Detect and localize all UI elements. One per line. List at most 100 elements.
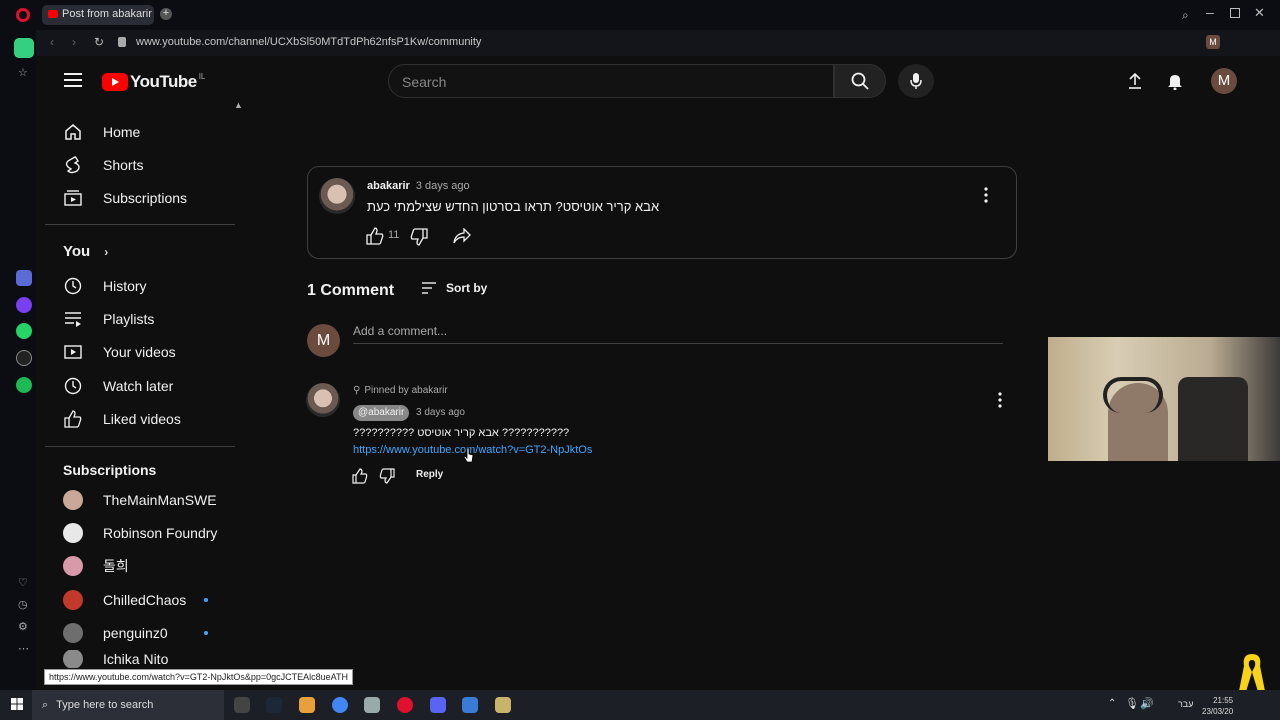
sidebar-item-shorts[interactable]: Shorts [63,148,233,181]
home-icon [63,122,83,142]
reply-button[interactable]: Reply [416,469,443,480]
comment-menu-button[interactable] [994,391,1006,409]
search-icon [851,72,869,90]
whatsapp-icon[interactable] [16,323,32,339]
post-like-count: 11 [388,229,400,241]
opera-icon[interactable] [397,697,413,713]
windows-start-icon[interactable] [11,698,23,710]
subscription-item[interactable]: Robinson Foundry [63,516,233,549]
x-twitter-icon[interactable] [16,350,32,366]
search-input[interactable]: Search [388,64,834,98]
maximize-icon[interactable] [1230,8,1240,18]
upload-button[interactable] [1127,72,1143,90]
lock-icon [118,37,126,47]
sidebar-item-playlists[interactable]: Playlists [63,302,233,335]
reload-icon[interactable]: ↻ [94,35,104,49]
bell-icon [1168,75,1182,90]
youtube-logo[interactable]: YouTube IL [102,72,205,92]
post-dislike-button[interactable] [410,228,428,246]
sidebar-item-home[interactable]: Home [63,115,233,148]
sidebar-item-subscriptions[interactable]: Subscriptions [63,181,233,214]
shorts-icon [63,155,83,175]
sidebar-scroll-up-icon[interactable]: ▲ [234,100,243,110]
post-author-avatar[interactable] [319,178,355,214]
app-icon[interactable] [364,697,380,713]
thumbs-down-icon [379,468,395,484]
history-clock-icon[interactable]: ◷ [18,598,28,611]
file-explorer-icon[interactable] [299,697,315,713]
sidebar-item-history[interactable]: History [63,269,233,302]
more-vert-icon [984,187,988,203]
pin-icon: ⚲ [353,385,361,396]
sidebar-divider [45,446,235,447]
clock-time: 21:55 [1213,696,1234,705]
avatar[interactable]: M [1211,68,1237,94]
channel-name: penguinz0 [103,624,168,641]
spotify-icon[interactable] [16,377,32,393]
comment-like-button[interactable] [352,468,368,484]
chrome-icon[interactable] [332,697,348,713]
opera-logo-icon[interactable] [16,8,30,22]
active-app-icon[interactable] [462,697,478,713]
sidebar-item-your-videos[interactable]: Your videos [63,335,233,368]
post-menu-button[interactable] [980,186,992,204]
sidebar-item-watch-later[interactable]: Watch later [63,369,233,402]
sidebar-item-label: Subscriptions [103,189,188,206]
tray-chevron-icon[interactable]: ⌃ [1108,698,1116,709]
subscription-item[interactable]: Ichika Nito [63,650,233,668]
user-avatar: M [307,324,340,357]
post-like-button[interactable] [366,227,384,245]
post-time[interactable]: 3 days ago [416,180,470,192]
app-icon[interactable] [16,270,32,286]
star-icon[interactable]: ☆ [18,66,28,79]
subscription-item[interactable]: 돌희 [63,549,233,582]
add-comment-input[interactable]: Add a comment... [353,324,1003,344]
sidebar-item-liked-videos[interactable]: Liked videos [63,402,233,435]
notifications-button[interactable] [1166,72,1184,90]
comment-dislike-button[interactable] [379,468,395,484]
voice-search-button[interactable] [898,64,934,98]
share-icon [453,228,471,244]
back-icon[interactable]: ‹ [50,35,54,49]
messenger-icon[interactable] [16,297,32,313]
clock[interactable]: 21:55 23/03/20 [1202,695,1233,717]
new-tab-icon[interactable]: + [160,8,172,20]
heart-icon[interactable]: ♡ [18,576,28,589]
subscriptions-section-title: Subscriptions [63,462,157,478]
channel-avatar [63,622,83,643]
post-author[interactable]: abakarir [367,180,410,192]
sort-icon [422,282,436,294]
channel-avatar [63,489,83,510]
settings-icon[interactable]: ⚙ [18,620,28,633]
youtube-favicon-icon [48,10,58,18]
comment-author-avatar[interactable] [306,383,340,417]
subscription-item[interactable]: TheMainManSWE [63,483,233,516]
profile-icon[interactable]: M [1206,35,1220,49]
sort-by-button[interactable]: Sort by [421,281,487,295]
minimize-icon[interactable]: – [1206,4,1214,20]
webcam-overlay [1048,337,1280,461]
post-share-button[interactable] [453,228,471,244]
comment-time[interactable]: 3 days ago [416,407,465,418]
menu-icon[interactable] [64,72,82,88]
close-icon[interactable]: ✕ [1254,5,1265,21]
language-indicator[interactable]: עבר [1178,699,1193,709]
url-field[interactable]: www.youtube.com/channel/UCXbSl50MTdTdPh6… [136,36,481,48]
discord-icon[interactable] [430,697,446,713]
browser-tab[interactable]: Post from abakarir - YouT [42,5,154,25]
aria-icon[interactable] [14,38,34,58]
volume-icon[interactable]: 🔊 [1140,697,1154,710]
sidebar-you-header[interactable]: You › [63,243,108,260]
search-tabs-icon[interactable]: ⌕ [1182,8,1189,23]
channel-avatar [63,555,83,576]
more-icon[interactable]: ⋯ [18,642,29,655]
task-view-icon[interactable] [234,697,250,713]
playlists-icon [63,309,83,329]
microphone-tray-icon[interactable]: 🎙 [1125,697,1139,710]
comment-author-chip[interactable]: @abakarir [353,405,410,421]
forward-icon[interactable]: › [72,35,76,49]
app-icon[interactable] [495,697,511,713]
search-button[interactable] [834,64,886,98]
taskbar-search-input[interactable]: ⌕ Type here to search [32,690,224,720]
steam-icon[interactable] [266,697,282,713]
